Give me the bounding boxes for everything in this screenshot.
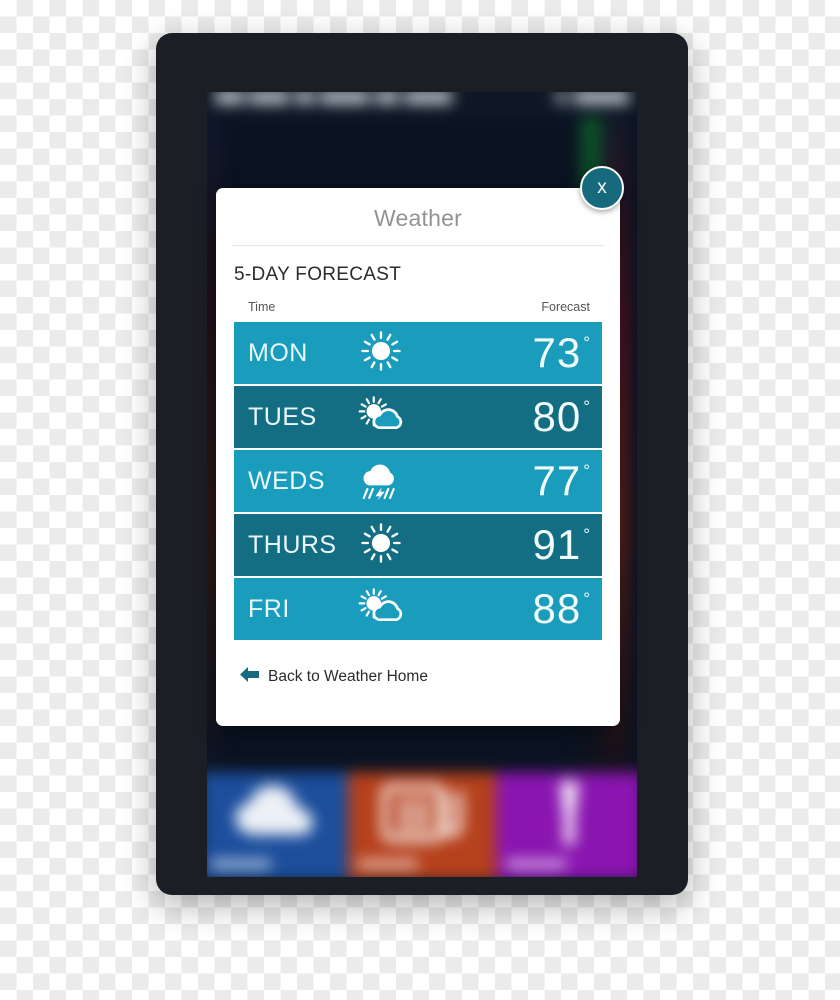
forecast-day-label: TUES	[248, 402, 317, 431]
thunderstorm-icon	[352, 457, 410, 506]
forecast-temperature-value: 80	[532, 393, 582, 440]
column-header-forecast: Forecast	[541, 300, 590, 314]
forecast-icon-cell	[352, 329, 448, 378]
cloud-icon	[229, 783, 320, 848]
column-header-time: Time	[248, 300, 276, 314]
forecast-day-label: FRI	[248, 594, 290, 623]
forecast-row[interactable]: WEDS 77 °	[234, 450, 602, 512]
background-tile-media-label	[506, 859, 566, 869]
close-button[interactable]: x	[580, 166, 624, 210]
column-headers: Time Forecast	[248, 300, 590, 314]
degree-symbol: °	[583, 333, 590, 352]
close-icon: x	[597, 177, 607, 198]
forecast-icon-cell	[352, 585, 448, 634]
forecast-day-label: THURS	[248, 530, 337, 559]
background-tile-row	[207, 772, 637, 877]
forecast-row[interactable]: FRI 88 °	[234, 578, 602, 640]
forecast-day-label: WEDS	[248, 466, 325, 495]
back-to-weather-home-link[interactable]: Back to Weather Home	[240, 666, 602, 688]
page-title: Weather	[232, 188, 604, 246]
background-tile-news[interactable]	[348, 772, 496, 877]
background-tile-weather[interactable]	[207, 772, 349, 877]
degree-symbol: °	[583, 397, 590, 416]
forecast-temperature-value: 91	[532, 521, 582, 568]
weather-modal: Weather 5-DAY FORECAST Time Forecast MON…	[216, 188, 620, 726]
background-topbar-title	[214, 92, 452, 104]
degree-symbol: °	[583, 461, 590, 480]
back-link-label: Back to Weather Home	[268, 668, 428, 685]
forecast-temperature-cell: 77 °	[448, 460, 602, 502]
spotlight-icon	[540, 779, 600, 852]
forecast-temperature-value: 88	[532, 585, 582, 632]
forecast-row[interactable]: TUES 80 °	[234, 386, 602, 448]
sun-icon	[352, 521, 410, 570]
modal-body: 5-DAY FORECAST Time Forecast MON 73 ° TUES 8…	[216, 264, 620, 688]
sun-icon	[352, 329, 410, 378]
partly-cloudy-icon	[352, 585, 410, 634]
forecast-list: MON 73 ° TUES 80 ° WEDS 77 ° THURS 91 ° FRI 88 °	[234, 322, 602, 640]
degree-symbol: °	[583, 589, 590, 608]
forecast-temperature-value: 73	[532, 329, 582, 376]
background-tile-news-label	[358, 859, 419, 869]
section-title: 5-DAY FORECAST	[234, 264, 402, 285]
forecast-icon-cell	[352, 393, 448, 442]
forecast-day-label: MON	[248, 338, 308, 367]
back-arrow-icon	[240, 666, 259, 688]
forecast-temperature-cell: 91 °	[448, 524, 602, 566]
background-tile-media[interactable]	[495, 772, 637, 877]
background-topbar	[207, 92, 637, 118]
forecast-row[interactable]: THURS 91 °	[234, 514, 602, 576]
background-tile-weather-label	[210, 859, 271, 869]
partly-cloudy-icon	[352, 393, 410, 442]
degree-symbol: °	[583, 525, 590, 544]
forecast-temperature-cell: 73 °	[448, 332, 602, 374]
building-icon	[381, 781, 463, 850]
forecast-temperature-cell: 88 °	[448, 588, 602, 630]
screenshot-stage: Weather 5-DAY FORECAST Time Forecast MON…	[0, 0, 840, 1000]
forecast-temperature-value: 77	[532, 457, 582, 504]
forecast-icon-cell	[352, 457, 448, 506]
forecast-temperature-cell: 80 °	[448, 396, 602, 438]
background-topbar-time	[556, 92, 630, 104]
forecast-row[interactable]: MON 73 °	[234, 322, 602, 384]
forecast-icon-cell	[352, 521, 448, 570]
